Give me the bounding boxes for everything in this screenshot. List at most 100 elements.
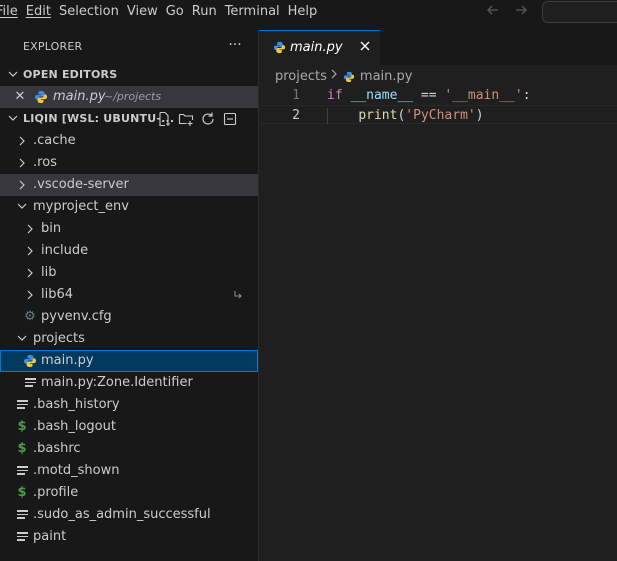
tree-item-label: .profile (33, 485, 79, 500)
code-line[interactable]: 2 print('PyCharm') (259, 105, 617, 124)
code-token: '__main__' (444, 88, 523, 103)
code-line[interactable]: 1 if __name__ == '__main__': (259, 86, 617, 105)
chevron-right-icon (23, 218, 37, 240)
code-token: __name__ (350, 88, 414, 103)
tree-item[interactable]: .cache (0, 130, 258, 152)
tree-item-label: main.py:Zone.Identifier (41, 375, 193, 390)
menu-run[interactable]: Run (192, 0, 225, 24)
ellipsis-icon[interactable]: ··· (228, 34, 242, 56)
code-token: : (522, 88, 531, 103)
open-editors-section-header[interactable]: OPEN EDITORS (0, 64, 258, 86)
arrow-right-icon[interactable] (512, 2, 530, 20)
breadcrumb-folder[interactable]: projects (275, 67, 327, 87)
refresh-icon[interactable] (200, 111, 216, 127)
tree-item[interactable]: .bash_history (0, 394, 258, 416)
menu-go[interactable]: Go (166, 0, 192, 24)
line-number: 2 (292, 108, 300, 123)
tree-item[interactable]: $ .bash_logout (0, 416, 258, 438)
menu-view[interactable]: View (127, 0, 166, 24)
text-file-icon (17, 510, 28, 520)
tree-item[interactable]: paint (0, 526, 258, 548)
code-token: 'PyCharm' (405, 108, 476, 123)
python-file-icon (35, 91, 47, 103)
tree-item-label: .sudo_as_admin_successful (33, 507, 211, 522)
menu-edit[interactable]: Edit (26, 0, 59, 24)
tree-item[interactable]: .vscode-server (0, 174, 258, 196)
shell-file-icon: $ (17, 485, 27, 500)
tree-item-label: .cache (33, 133, 76, 148)
chevron-right-icon (23, 284, 37, 306)
collapse-all-icon[interactable] (222, 111, 238, 127)
tree-item[interactable]: ⚙ pyvenv.cfg (0, 306, 258, 328)
tree-item-label: .vscode-server (33, 177, 129, 192)
chevron-right-icon (23, 262, 37, 284)
tree-item-label: projects (33, 331, 85, 346)
tree-item-label: main.py (41, 353, 94, 368)
code-token: ) (475, 108, 484, 123)
explorer-title: EXPLORER (23, 40, 83, 53)
code-token: == (413, 88, 445, 103)
open-editor-item-main-py[interactable]: ✕ main.py ~/projects (0, 86, 258, 108)
menu-file[interactable]: File (0, 0, 26, 24)
chevron-down-icon (15, 328, 29, 350)
menu-help[interactable]: Help (288, 0, 326, 24)
text-file-icon (17, 466, 28, 476)
python-file-icon (273, 41, 286, 54)
tree-item[interactable]: bin (0, 218, 258, 240)
tree-item-label: pyvenv.cfg (41, 309, 112, 324)
line-number: 1 (292, 88, 300, 103)
chevron-right-icon (330, 67, 338, 87)
tree-item[interactable]: main.py:Zone.Identifier (0, 372, 258, 394)
chevron-right-icon (23, 240, 37, 262)
editor-area: main.py projects main.py 1 if __name__ ==… (259, 30, 617, 561)
close-icon[interactable] (357, 38, 373, 56)
tree-item[interactable]: .motd_shown (0, 460, 258, 482)
explorer-toolbar (156, 108, 238, 130)
tree-item[interactable]: $ .profile (0, 482, 258, 504)
menu-selection[interactable]: Selection (59, 0, 127, 24)
tree-item-label: bin (41, 221, 62, 236)
python-file-icon (24, 355, 36, 367)
tree-item[interactable]: myproject_env (0, 196, 258, 218)
breadcrumb-file[interactable]: main.py (360, 67, 413, 87)
tree-item[interactable]: main.py (0, 350, 258, 372)
tree-item-label: .motd_shown (33, 463, 120, 478)
open-editor-filename: main.py (53, 89, 106, 104)
close-icon[interactable]: ✕ (13, 86, 27, 108)
shell-file-icon: $ (17, 419, 27, 434)
tree-item[interactable]: .sudo_as_admin_successful (0, 504, 258, 526)
new-file-icon[interactable] (156, 111, 172, 127)
navigation-controls (484, 2, 530, 20)
tree-item[interactable]: lib (0, 262, 258, 284)
workspace-label: LIQIN [WSL: UBUNTU-... (23, 112, 175, 125)
gear-icon: ⚙ (24, 309, 36, 324)
tree-item[interactable]: .ros (0, 152, 258, 174)
tree-item[interactable]: projects (0, 328, 258, 350)
workspace-section-header[interactable]: LIQIN [WSL: UBUNTU-... (0, 108, 258, 130)
code-token: if (327, 88, 343, 103)
text-file-icon (17, 532, 28, 542)
tree-item[interactable]: $ .bashrc (0, 438, 258, 460)
breadcrumb: projects main.py (275, 67, 412, 87)
chevron-down-icon (6, 108, 20, 130)
text-file-icon (17, 400, 28, 410)
menu-terminal[interactable]: Terminal (225, 0, 288, 24)
command-center-search[interactable] (542, 1, 617, 23)
chevron-right-icon (15, 174, 29, 196)
shell-file-icon: $ (17, 441, 27, 456)
symlink-icon (233, 284, 243, 306)
tree-item-label: paint (33, 529, 67, 544)
code-editor[interactable]: 1 if __name__ == '__main__': 2 print('PyCh… (259, 86, 617, 124)
tree-item[interactable]: lib64 (0, 284, 258, 306)
chevron-right-icon (15, 130, 29, 152)
tab-main-py[interactable]: main.py (259, 30, 380, 65)
code-text: print('PyCharm') (327, 106, 484, 125)
editor-tab-bar: main.py (259, 30, 617, 65)
new-folder-icon[interactable] (178, 111, 194, 127)
code-token: print (358, 108, 398, 123)
explorer-sidebar: EXPLORER ··· OPEN EDITORS ✕ main.py ~/pr… (0, 30, 259, 561)
tree-item[interactable]: include (0, 240, 258, 262)
arrow-left-icon[interactable] (484, 2, 502, 20)
tree-item-label: .bash_history (33, 397, 120, 412)
tree-item-label: lib64 (41, 287, 74, 302)
